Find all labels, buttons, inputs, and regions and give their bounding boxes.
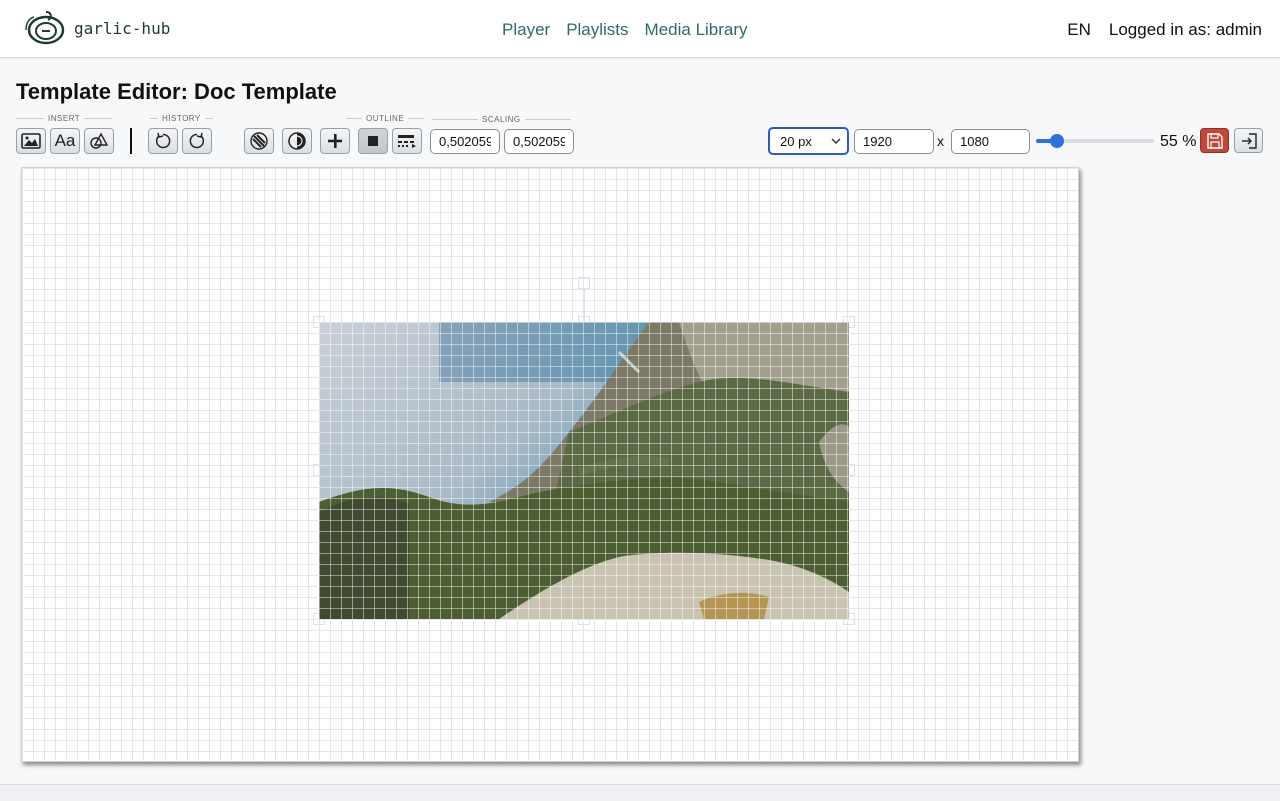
shapes-icon — [90, 132, 109, 149]
insert-shape-button[interactable] — [84, 128, 114, 154]
page-title: Template Editor: Doc Template — [16, 79, 337, 104]
outline-group-label: OUTLINE — [346, 114, 425, 123]
insert-image-button[interactable] — [16, 128, 46, 154]
redo-button[interactable] — [182, 128, 212, 154]
placed-image[interactable] — [319, 322, 849, 619]
undo-icon — [155, 132, 171, 149]
add-icon — [328, 134, 342, 148]
height-input[interactable] — [951, 129, 1030, 154]
contrast-icon — [288, 132, 306, 150]
save-icon — [1206, 132, 1223, 149]
save-button[interactable] — [1200, 128, 1229, 153]
top-navigation-bar: garlic-hub Player Playlists Media Librar… — [0, 0, 1280, 58]
contrast-button[interactable] — [282, 128, 312, 154]
language-switch[interactable]: EN — [1067, 20, 1091, 40]
zoom-slider-thumb[interactable] — [1050, 134, 1065, 148]
image-icon — [21, 133, 41, 149]
outline-style-button[interactable] — [392, 128, 422, 154]
text-icon: Aa — [54, 131, 76, 150]
width-input[interactable] — [854, 129, 934, 154]
add-element-button[interactable] — [320, 128, 350, 154]
nav-player[interactable]: Player — [502, 20, 550, 40]
footer-bar — [0, 784, 1280, 801]
grid-overlay — [319, 322, 849, 619]
main-nav: Player Playlists Media Library — [502, 20, 748, 40]
history-group-label: HISTORY — [150, 114, 213, 123]
garlic-logo-icon — [25, 11, 65, 45]
scale-y-input[interactable] — [504, 129, 574, 154]
insert-group-label: INSERT — [16, 114, 113, 123]
nav-playlists[interactable]: Playlists — [566, 20, 628, 40]
layer-order-button[interactable] — [244, 128, 274, 154]
grid-size-select[interactable]: 20 px — [768, 127, 849, 155]
header-right: EN Logged in as: admin — [1067, 20, 1262, 40]
exit-editor-button[interactable] — [1234, 128, 1263, 153]
redo-icon — [189, 132, 205, 149]
nav-media-library[interactable]: Media Library — [645, 20, 748, 40]
zoom-slider[interactable] — [1036, 134, 1154, 148]
user-menu[interactable]: Logged in as: admin — [1109, 20, 1262, 40]
layer-icon — [250, 132, 268, 150]
toolbar-divider — [130, 128, 132, 154]
outline-toggle-button[interactable] — [358, 128, 388, 154]
outline-style-icon — [398, 135, 416, 148]
brand-logo[interactable]: garlic-hub — [22, 8, 170, 46]
outline-square-icon — [368, 136, 378, 146]
rotate-handle[interactable] — [578, 277, 590, 289]
insert-text-button[interactable]: Aa — [50, 128, 80, 154]
zoom-value: 55 % — [1160, 133, 1197, 150]
scale-x-input[interactable] — [430, 129, 500, 154]
brand-name: garlic-hub — [74, 18, 171, 38]
dimension-separator: x — [937, 133, 944, 149]
grid-size-value: 20 px — [780, 133, 812, 149]
chevron-down-icon — [831, 138, 841, 145]
exit-icon — [1241, 132, 1257, 149]
scaling-group-label: SCALING — [432, 115, 571, 124]
undo-button[interactable] — [148, 128, 178, 154]
